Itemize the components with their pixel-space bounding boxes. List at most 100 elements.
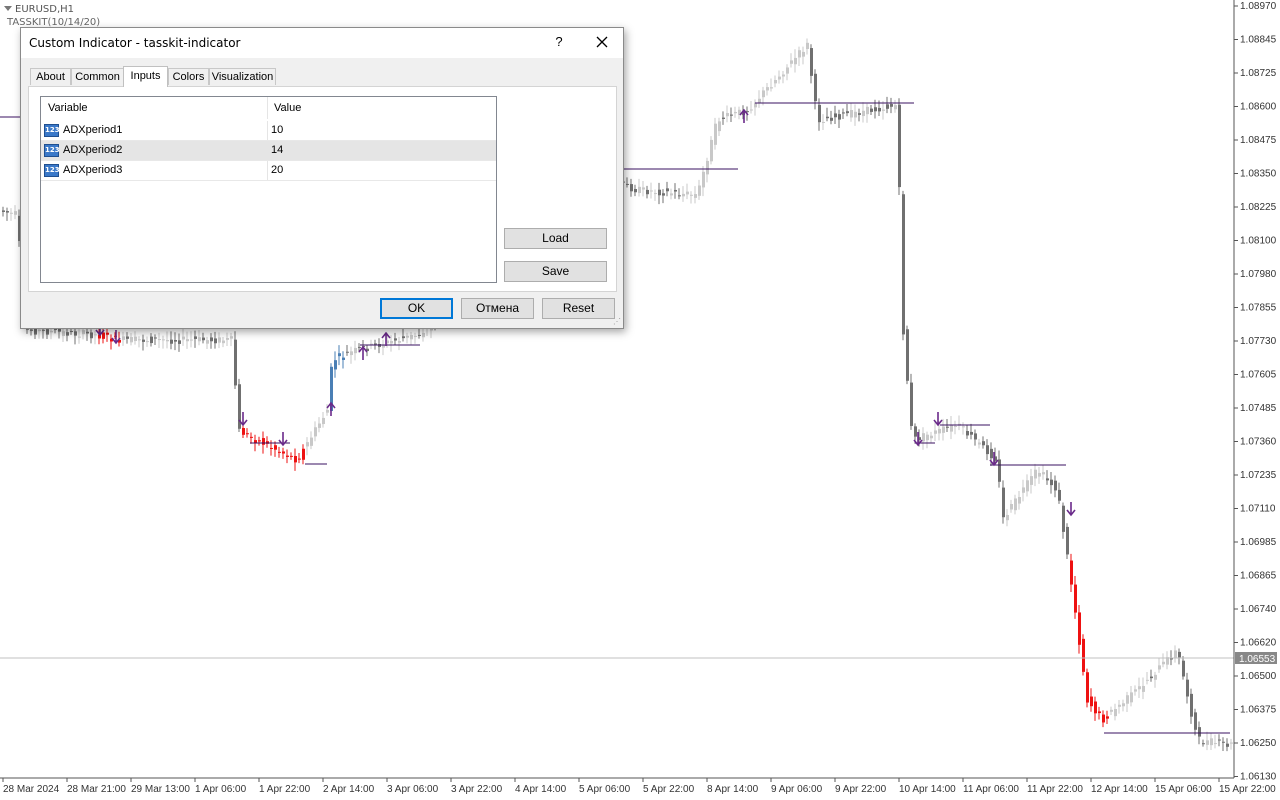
candle-body <box>810 48 813 76</box>
candle-body <box>630 184 633 192</box>
time-label: 15 Apr 06:00 <box>1155 784 1212 795</box>
time-label: 12 Apr 14:00 <box>1091 784 1148 795</box>
input-value[interactable]: 10 <box>271 124 283 136</box>
candle-body <box>1162 661 1165 665</box>
candle-body <box>1090 696 1093 707</box>
candle-body <box>706 160 709 175</box>
candle-body <box>990 448 993 459</box>
inputs-grid[interactable]: Variable Value 123 ADXperiod1 10 123 ADX… <box>40 96 497 283</box>
candle-body <box>62 331 65 337</box>
candle-body <box>374 343 377 345</box>
candle-body <box>318 423 321 428</box>
candle-body <box>1206 740 1209 745</box>
candle-body <box>774 80 777 84</box>
candle-body <box>722 117 725 119</box>
symbol-label: EURUSD,H1 <box>15 4 75 15</box>
candle-body <box>158 339 161 341</box>
candle-body <box>950 424 953 432</box>
price-label: 1.07110 <box>1240 504 1276 515</box>
candle-body <box>1042 472 1045 475</box>
candle-body <box>858 113 861 115</box>
candle-body <box>342 357 345 360</box>
time-label: 1 Apr 22:00 <box>259 784 311 795</box>
candle-body <box>718 121 721 132</box>
candle-body <box>814 73 817 102</box>
candle-body <box>1002 487 1005 518</box>
candle-body <box>1122 703 1125 707</box>
candle-body <box>150 336 153 344</box>
candle-body <box>1058 489 1061 501</box>
candle-body <box>866 106 869 115</box>
tab-colors[interactable]: Colors <box>168 68 209 85</box>
cancel-button[interactable]: Отмена <box>461 298 534 319</box>
time-label: 2 Apr 14:00 <box>323 784 375 795</box>
candle-body <box>102 332 105 339</box>
candle-body <box>674 189 677 192</box>
candle-body <box>1114 709 1117 717</box>
integer-type-icon: 123 <box>44 164 60 177</box>
tab-inputs[interactable]: Inputs <box>123 66 168 87</box>
time-label: 11 Apr 22:00 <box>1027 784 1083 795</box>
price-label: 1.06130 <box>1240 772 1277 783</box>
candle-body <box>218 337 221 343</box>
candle-body <box>126 336 129 339</box>
candle-body <box>806 42 809 50</box>
candle-body <box>878 107 881 112</box>
candle-body <box>726 113 729 117</box>
column-value[interactable]: Value <box>274 102 301 114</box>
tab-visualization[interactable]: Visualization <box>209 68 276 85</box>
candle-body <box>1066 526 1069 555</box>
resize-grip-icon[interactable]: ⋰ <box>613 318 621 326</box>
candle-body <box>634 189 637 193</box>
candle-body <box>1158 665 1161 670</box>
time-label: 28 Mar 2024 <box>3 784 60 795</box>
time-label: 5 Apr 06:00 <box>579 784 631 795</box>
candle-body <box>242 428 245 435</box>
column-variable[interactable]: Variable <box>48 102 88 114</box>
candle-body <box>6 211 9 213</box>
candle-body <box>190 339 193 341</box>
price-label: 1.06740 <box>1240 604 1277 615</box>
save-button[interactable]: Save <box>504 261 607 282</box>
candle-body <box>874 107 877 112</box>
candle-body <box>274 445 277 450</box>
candle-body <box>246 433 249 435</box>
input-row[interactable]: 123 ADXperiod1 10 <box>41 121 496 141</box>
tab-about[interactable]: About <box>30 68 71 85</box>
candle-body <box>1138 686 1141 690</box>
sell-arrow-icon <box>1066 502 1076 517</box>
candle-body <box>230 336 233 339</box>
current-price-tag: 1.06553 <box>1239 654 1276 665</box>
time-label: 3 Apr 06:00 <box>387 784 439 795</box>
input-value[interactable]: 14 <box>271 144 283 156</box>
close-button[interactable] <box>591 31 613 53</box>
ok-button[interactable]: OK <box>380 298 453 319</box>
candle-body <box>922 433 925 442</box>
dialog-titlebar[interactable]: Custom Indicator - tasskit-indicator ? <box>21 28 623 58</box>
price-label: 1.06375 <box>1240 705 1277 716</box>
candle-body <box>770 87 773 89</box>
candle-body <box>214 338 217 344</box>
load-button[interactable]: Load <box>504 228 607 249</box>
integer-type-icon: 123 <box>44 124 60 137</box>
candle-body <box>1230 742 1233 744</box>
candle-body <box>1054 480 1057 491</box>
candle-body <box>802 51 805 57</box>
time-label: 9 Apr 22:00 <box>835 784 887 795</box>
input-row-selected[interactable]: 123 ADXperiod2 14 <box>41 141 496 161</box>
close-icon <box>596 36 608 48</box>
reset-button[interactable]: Reset <box>542 298 615 319</box>
candle-body <box>898 104 901 188</box>
candle-body <box>1014 498 1017 511</box>
tab-common[interactable]: Common <box>71 68 124 85</box>
candle-body <box>198 337 201 342</box>
input-row[interactable]: 123 ADXperiod3 20 <box>41 161 496 181</box>
collapse-triangle-icon[interactable] <box>4 6 12 11</box>
candle-body <box>1214 743 1217 745</box>
help-button[interactable]: ? <box>551 34 567 49</box>
candle-body <box>966 431 969 436</box>
grid-header: Variable Value <box>41 97 496 119</box>
candle-body <box>414 335 417 337</box>
input-value[interactable]: 20 <box>271 164 283 176</box>
candle-body <box>418 334 421 336</box>
